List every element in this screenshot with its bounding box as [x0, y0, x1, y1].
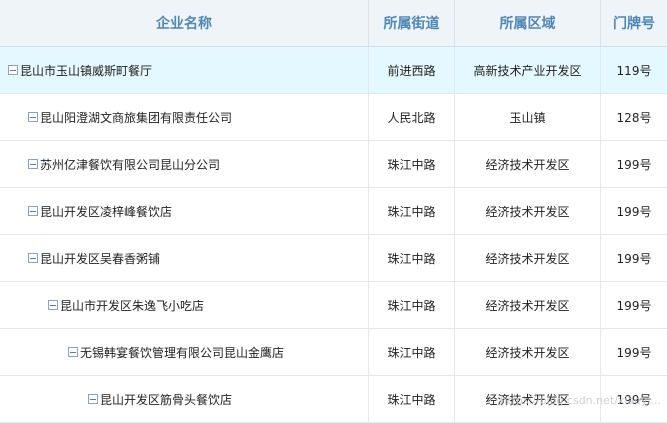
street-cell: 珠江中路	[369, 282, 455, 328]
tree-row[interactable]: 昆山开发区凌梓峰餐饮店 珠江中路 经济技术开发区 199号	[0, 188, 667, 235]
area-cell: 经济技术开发区	[455, 329, 601, 375]
company-name-cell: 昆山开发区凌梓峰餐饮店	[0, 188, 369, 234]
street-cell: 珠江中路	[369, 376, 455, 422]
tree-row[interactable]: 昆山开发区吴春香粥铺 珠江中路 经济技术开发区 199号	[0, 235, 667, 282]
collapse-toggle-icon[interactable]	[68, 347, 78, 357]
number-cell: 119号	[616, 63, 652, 78]
number-cell: 199号	[616, 251, 652, 266]
column-header-company-name[interactable]: 企业名称	[0, 0, 369, 46]
number-cell: 199号	[616, 157, 652, 172]
tree-row[interactable]: 苏州亿津餐饮有限公司昆山分公司 珠江中路 经济技术开发区 199号	[0, 141, 667, 188]
area-cell: 经济技术开发区	[455, 188, 601, 234]
company-name-text: 苏州亿津餐饮有限公司昆山分公司	[40, 157, 221, 172]
area-cell: 经济技术开发区	[455, 141, 601, 187]
company-name-cell: 无锡韩宴餐饮管理有限公司昆山金鹰店	[0, 329, 369, 375]
tree-grid: 企业名称 所属街道 所属区域 门牌号 昆山市玉山镇威斯町餐厅 前进西路 高新技术…	[0, 0, 667, 423]
tree-row[interactable]: 昆山市玉山镇威斯町餐厅 前进西路 高新技术产业开发区 119号	[0, 47, 667, 94]
collapse-toggle-icon[interactable]	[28, 159, 38, 169]
street-cell: 珠江中路	[369, 329, 455, 375]
company-name-text: 昆山市玉山镇威斯町餐厅	[20, 63, 153, 78]
tree-row[interactable]: 无锡韩宴餐饮管理有限公司昆山金鹰店 珠江中路 经济技术开发区 199号	[0, 329, 667, 376]
company-name-cell: 昆山开发区筋骨头餐饮店	[0, 376, 369, 422]
company-name-cell: 昆山阳澄湖文商旅集团有限责任公司	[0, 94, 369, 140]
collapse-toggle-icon[interactable]	[28, 112, 38, 122]
column-header-street[interactable]: 所属街道	[369, 0, 455, 46]
column-header-area[interactable]: 所属区域	[455, 0, 601, 46]
number-cell: 199号	[616, 204, 652, 219]
number-cell: 128号	[616, 110, 652, 125]
company-name-text: 昆山开发区筋骨头餐饮店	[100, 392, 233, 407]
street-cell: 珠江中路	[369, 235, 455, 281]
company-name-cell: 昆山市开发区朱逸飞小吃店	[0, 282, 369, 328]
area-cell: 经济技术开发区	[455, 235, 601, 281]
street-cell: 人民北路	[369, 94, 455, 140]
street-cell: 前进西路	[369, 47, 455, 93]
company-name-cell: 昆山市玉山镇威斯町餐厅	[0, 47, 369, 93]
number-cell: 199号	[616, 345, 652, 360]
tree-row[interactable]: 昆山市开发区朱逸飞小吃店 珠江中路 经济技术开发区 199号	[0, 282, 667, 329]
collapse-toggle-icon[interactable]	[88, 394, 98, 404]
number-cell: 199号	[616, 298, 652, 313]
company-name-cell: 苏州亿津餐饮有限公司昆山分公司	[0, 141, 369, 187]
column-header-number[interactable]: 门牌号	[601, 0, 667, 46]
area-cell: 经济技术开发区	[455, 282, 601, 328]
company-name-text: 昆山开发区吴春香粥铺	[40, 251, 161, 266]
company-name-text: 昆山阳澄湖文商旅集团有限责任公司	[40, 110, 233, 125]
collapse-toggle-icon[interactable]	[28, 206, 38, 216]
company-name-text: 无锡韩宴餐饮管理有限公司昆山金鹰店	[80, 345, 285, 360]
company-name-text: 昆山市开发区朱逸飞小吃店	[60, 298, 205, 313]
collapse-toggle-icon[interactable]	[8, 65, 18, 75]
tree-row[interactable]: 昆山阳澄湖文商旅集团有限责任公司 人民北路 玉山镇 128号	[0, 94, 667, 141]
street-cell: 珠江中路	[369, 188, 455, 234]
street-cell: 珠江中路	[369, 141, 455, 187]
area-cell: 高新技术产业开发区	[455, 47, 601, 93]
collapse-toggle-icon[interactable]	[28, 253, 38, 263]
collapse-toggle-icon[interactable]	[48, 300, 58, 310]
area-cell: 玉山镇	[455, 94, 601, 140]
company-name-text: 昆山开发区凌梓峰餐饮店	[40, 204, 173, 219]
grid-header: 企业名称 所属街道 所属区域 门牌号	[0, 0, 667, 47]
company-name-cell: 昆山开发区吴春香粥铺	[0, 235, 369, 281]
watermark-text: https://blog.csdn.net/xiaoyi...	[500, 394, 661, 407]
